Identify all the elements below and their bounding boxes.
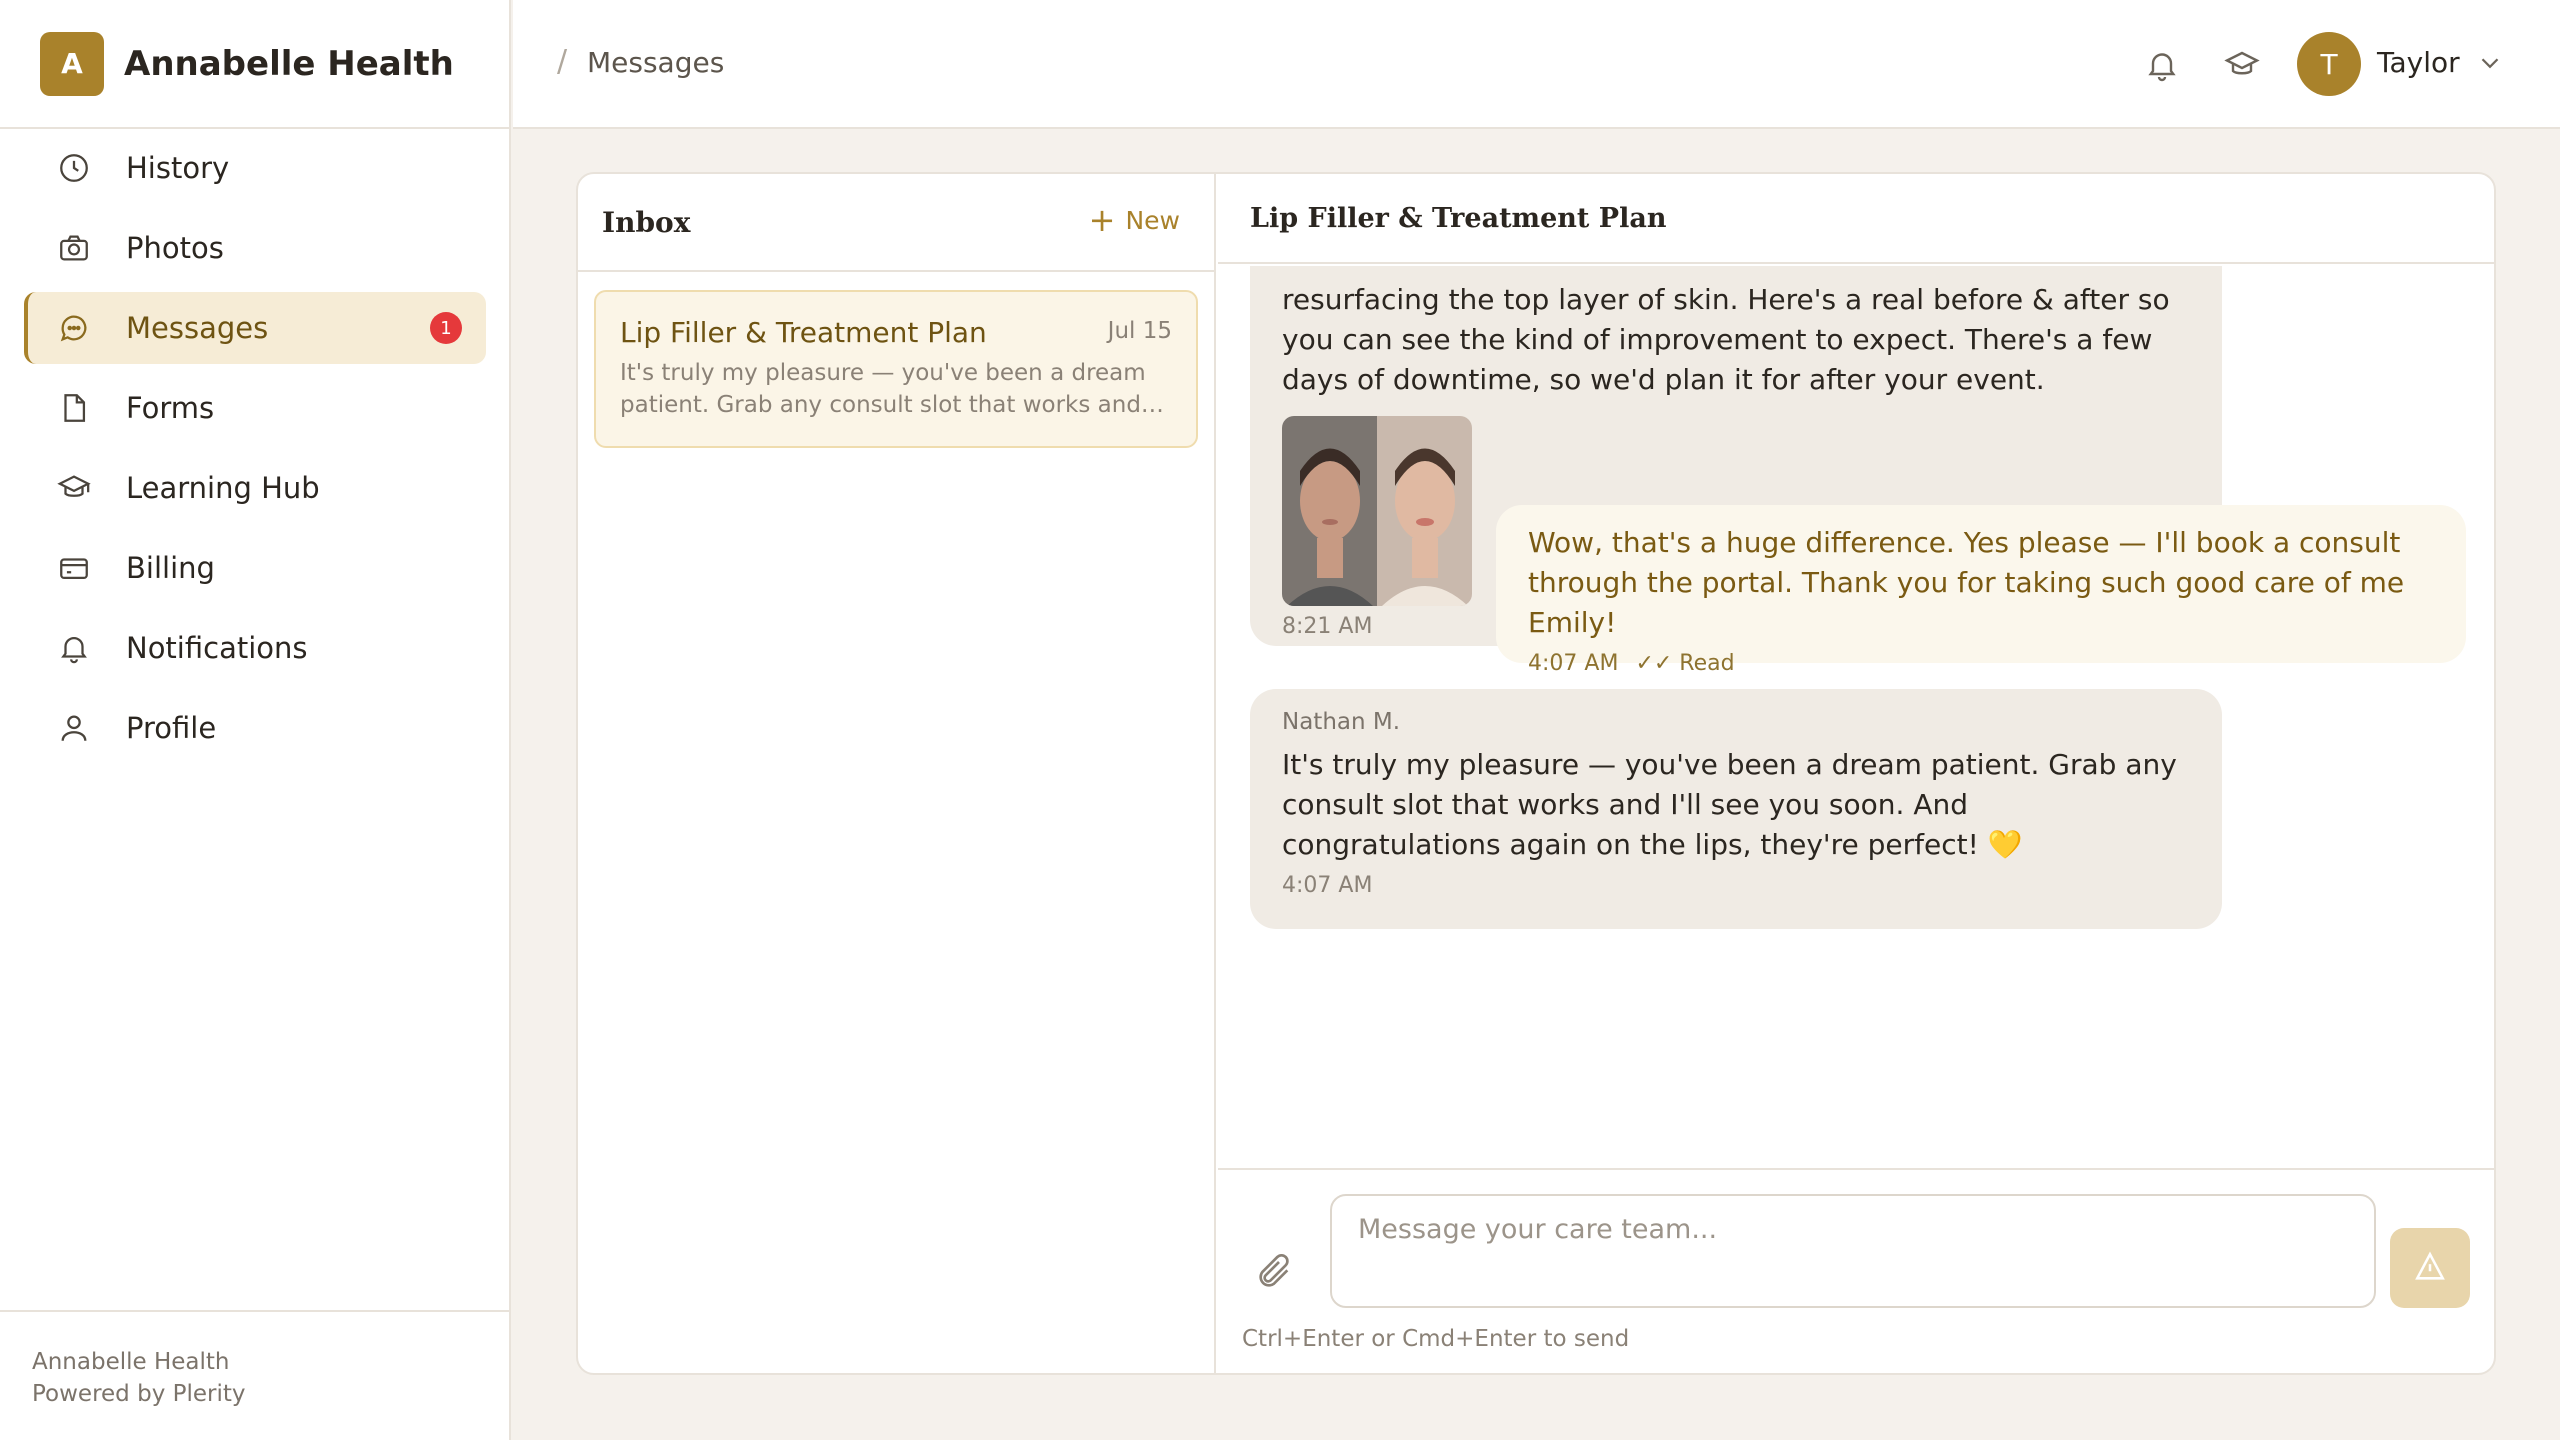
message-text: It's truly my pleasure — you've been a d… — [1282, 748, 2177, 861]
clock-icon — [54, 148, 94, 188]
brand-header: A Annabelle Health — [0, 0, 511, 129]
messages-panel: Inbox + New Lip Filler & Treatment Plan … — [576, 172, 2496, 1375]
sidebar-item-label: Learning Hub — [126, 471, 320, 505]
user-icon — [54, 708, 94, 748]
footer-brand: Annabelle Health — [32, 1349, 230, 1375]
message-composer: Ctrl+Enter or Cmd+Enter to send — [1218, 1168, 2494, 1373]
sidebar-nav: History Photos Messages 1 Forms Learning… — [0, 132, 511, 772]
paperclip-icon[interactable] — [1254, 1252, 1294, 1292]
sidebar-footer: Annabelle Health Powered by Plerity — [0, 1310, 511, 1440]
sidebar-item-label: Messages — [126, 311, 269, 345]
sidebar-item-label: Billing — [126, 551, 215, 585]
send-hint: Ctrl+Enter or Cmd+Enter to send — [1242, 1326, 1630, 1352]
message-meta: 4:07 AM ✓✓ Read — [1528, 651, 2434, 676]
inbox-pane: Inbox + New Lip Filler & Treatment Plan … — [578, 174, 1216, 1373]
camera-icon — [54, 228, 94, 268]
bell-icon[interactable] — [2141, 44, 2183, 86]
sidebar-item-billing[interactable]: Billing — [24, 532, 486, 604]
thread-item[interactable]: Lip Filler & Treatment Plan Jul 15 It's … — [594, 290, 1198, 448]
sidebar-item-learning-hub[interactable]: Learning Hub — [24, 452, 486, 524]
sidebar: A Annabelle Health History Photos Messag… — [0, 0, 511, 1440]
wallet-icon — [54, 548, 94, 588]
read-receipt: ✓✓ Read — [1635, 651, 1735, 676]
sidebar-item-notifications[interactable]: Notifications — [24, 612, 486, 684]
unread-badge: 1 — [430, 312, 462, 344]
brand-name[interactable]: Annabelle Health — [124, 44, 454, 84]
new-message-button[interactable]: + New — [1089, 204, 1180, 236]
bell-icon — [54, 628, 94, 668]
sidebar-item-profile[interactable]: Profile — [24, 692, 486, 764]
send-button[interactable] — [2390, 1228, 2470, 1308]
message-time: 4:07 AM — [1282, 873, 1373, 898]
footer-powered-by: Powered by Plerity — [32, 1381, 246, 1407]
document-icon — [54, 388, 94, 428]
graduation-cap-icon — [54, 468, 94, 508]
sidebar-item-history[interactable]: History — [24, 132, 486, 204]
graduation-cap-icon[interactable] — [2221, 44, 2263, 86]
sidebar-item-label: Profile — [126, 711, 217, 745]
inbox-title: Inbox — [602, 205, 691, 239]
plus-icon: + — [1088, 201, 1116, 239]
thread-date: Jul 15 — [1107, 318, 1172, 344]
sidebar-item-forms[interactable]: Forms — [24, 372, 486, 444]
inbox-header: Inbox + New — [578, 174, 1214, 272]
sidebar-item-photos[interactable]: Photos — [24, 212, 486, 284]
message-sender: Nathan M. — [1282, 709, 1401, 735]
message-input[interactable] — [1330, 1194, 2376, 1308]
conversation-header: Lip Filler & Treatment Plan — [1218, 174, 2494, 264]
conversation-title: Lip Filler & Treatment Plan — [1250, 202, 1667, 234]
message-bubble-incoming: Nathan M. It's truly my pleasure — you'v… — [1250, 689, 2222, 929]
sidebar-item-label: Notifications — [126, 631, 308, 665]
send-icon — [2413, 1250, 2447, 1287]
breadcrumb: Messages — [587, 46, 725, 79]
sidebar-item-label: Photos — [126, 231, 224, 265]
sidebar-item-label: History — [126, 151, 230, 185]
breadcrumb-separator: / — [557, 44, 568, 79]
before-after-photo[interactable] — [1282, 416, 1472, 606]
sidebar-item-messages[interactable]: Messages 1 — [24, 292, 486, 364]
thread-preview: It's truly my pleasure — you've been a d… — [620, 360, 1164, 418]
topbar: / Messages T Taylor — [513, 0, 2560, 129]
message-text: Wow, that's a huge difference. Yes pleas… — [1528, 526, 2405, 639]
sidebar-item-label: Forms — [126, 391, 215, 425]
new-button-label: New — [1125, 205, 1180, 235]
avatar[interactable]: T — [2297, 32, 2361, 96]
message-text: resurfacing the top layer of skin. Here'… — [1282, 283, 2170, 396]
user-name[interactable]: Taylor — [2377, 46, 2460, 79]
message-bubble-outgoing: Wow, that's a huge difference. Yes pleas… — [1496, 505, 2466, 676]
message-time: 4:07 AM — [1528, 651, 1619, 676]
brand-logo[interactable]: A — [40, 31, 104, 96]
thread-title: Lip Filler & Treatment Plan — [620, 316, 987, 349]
message-list: resurfacing the top layer of skin. Here'… — [1218, 266, 2494, 1166]
chevron-down-icon[interactable] — [2475, 48, 2505, 78]
chat-icon — [54, 308, 94, 348]
conversation-pane: Lip Filler & Treatment Plan resurfacing … — [1218, 174, 2494, 1373]
